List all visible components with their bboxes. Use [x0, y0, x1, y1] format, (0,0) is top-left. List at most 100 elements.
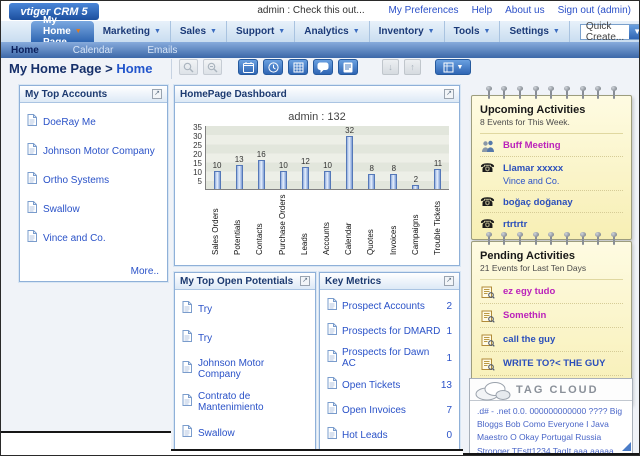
chart-bar[interactable]: [434, 169, 441, 189]
tag-cloud-tags[interactable]: .d# - .net 0.0. 000000000000 ???? Big Bl…: [470, 401, 632, 454]
bar-value-label: 13: [235, 155, 244, 164]
topbar-link-sign-out-admin-[interactable]: Sign out (admin): [558, 5, 631, 16]
list-item[interactable]: Try: [175, 323, 315, 352]
list-item[interactable]: Swallow: [175, 418, 315, 447]
grid-icon[interactable]: [288, 59, 308, 75]
list-item[interactable]: Johnson Motor Company: [175, 352, 315, 385]
layout-select-icon[interactable]: ▼: [435, 59, 471, 75]
item-link[interactable]: DoeRay Me: [43, 117, 96, 128]
activity-link[interactable]: call the guy: [503, 334, 555, 345]
tab-support[interactable]: Support▼: [227, 21, 295, 42]
subnav-home[interactable]: Home: [11, 45, 39, 56]
activity-link[interactable]: WRITE TO?< THE GUY: [503, 358, 605, 369]
chart-bar[interactable]: [390, 174, 397, 189]
metric-label[interactable]: Open Invoices: [342, 405, 441, 416]
panel-top-open-potentials: My Top Open Potentials ↗ TryTryJohnson M…: [174, 272, 316, 450]
tab-inventory[interactable]: Inventory▼: [370, 21, 445, 42]
tab-settings[interactable]: Settings▼: [500, 21, 569, 42]
metric-label[interactable]: Hot Leads: [342, 430, 441, 441]
screenshot-crop-edge: [171, 449, 463, 456]
chevron-down-icon[interactable]: ▼: [629, 25, 640, 39]
item-link[interactable]: Contrato de Mantenimiento: [198, 391, 308, 413]
activity-row[interactable]: ☎rtrtrtr: [480, 213, 623, 234]
item-link[interactable]: Swallow: [198, 428, 235, 439]
list-item[interactable]: Johnson Motor Company: [20, 136, 167, 165]
item-link[interactable]: Johnson Motor Company: [198, 358, 308, 380]
arrow-down-icon[interactable]: ↓: [382, 59, 399, 75]
x-tick-label: Potentials: [234, 191, 242, 255]
metric-label[interactable]: Prospects for Dawn AC: [342, 347, 441, 369]
resize-corner-icon[interactable]: [622, 442, 631, 451]
item-link[interactable]: Ortho Systems: [43, 175, 109, 186]
chart-bar[interactable]: [258, 160, 265, 189]
activity-row[interactable]: Somethin: [480, 304, 623, 328]
metric-label[interactable]: Open Tickets: [342, 380, 436, 391]
bar-value-label: 16: [257, 150, 266, 159]
list-item[interactable]: Contrato de Mantenimiento: [175, 385, 315, 418]
item-link[interactable]: Swallow: [43, 204, 80, 215]
activity-link[interactable]: rtrtrtr: [503, 219, 527, 230]
chart-bar[interactable]: [368, 174, 375, 189]
list-item[interactable]: Vince and Co.: [20, 223, 167, 252]
activity-row[interactable]: WRITE TO?< THE GUY: [480, 352, 623, 376]
topbar-link-about-us[interactable]: About us: [505, 5, 544, 16]
chat-icon[interactable]: [313, 59, 333, 75]
magnifier-plus-icon[interactable]: [179, 59, 198, 75]
expand-icon[interactable]: ↗: [444, 89, 454, 99]
item-link[interactable]: Try: [198, 333, 212, 344]
topbar-link-help[interactable]: Help: [472, 5, 493, 16]
list-item[interactable]: DoeRay Me: [20, 107, 167, 136]
quick-create-select[interactable]: Quick Create... ▼: [580, 24, 640, 40]
chart-bar[interactable]: [346, 136, 353, 189]
chart-bar[interactable]: [214, 171, 221, 189]
metric-row[interactable]: Hot Leads0: [320, 422, 459, 447]
tab-sales[interactable]: Sales▼: [171, 21, 227, 42]
more-link[interactable]: More..: [131, 266, 159, 277]
calendar-icon[interactable]: [238, 59, 258, 75]
metric-label[interactable]: Prospects for DMARD: [342, 326, 441, 337]
breadcrumb-page[interactable]: Home: [116, 61, 152, 76]
item-link[interactable]: Johnson Motor Company: [43, 146, 155, 157]
metric-row[interactable]: Prospects for Dawn AC1: [320, 343, 459, 372]
item-link[interactable]: Vince and Co.: [43, 233, 106, 244]
chart-bar[interactable]: [302, 167, 309, 189]
activity-row[interactable]: ez egy tudo: [480, 280, 623, 304]
activity-link[interactable]: boğaç doğanay: [503, 197, 573, 208]
subnav-emails[interactable]: Emails: [147, 45, 177, 56]
metric-row[interactable]: Prospect Accounts2: [320, 293, 459, 318]
chart-title: admin : 132: [185, 111, 449, 123]
topbar-link-my-preferences[interactable]: My Preferences: [389, 5, 459, 16]
tab-marketing[interactable]: Marketing▼: [94, 21, 171, 42]
item-link[interactable]: Try: [198, 304, 212, 315]
list-item[interactable]: Try: [175, 294, 315, 323]
activity-link[interactable]: Llamar xxxxx: [503, 163, 563, 174]
list-item[interactable]: Swallow: [20, 194, 167, 223]
expand-icon[interactable]: ↗: [444, 276, 454, 286]
magnifier-minus-icon[interactable]: [203, 59, 222, 75]
chart-bar[interactable]: [236, 165, 243, 189]
list-item[interactable]: Ortho Systems: [20, 165, 167, 194]
activity-link[interactable]: ez egy tudo: [503, 286, 555, 297]
metric-row[interactable]: Open Tickets13: [320, 372, 459, 397]
activity-row[interactable]: call the guy: [480, 328, 623, 352]
clock-icon[interactable]: [263, 59, 283, 75]
expand-icon[interactable]: ↗: [152, 89, 162, 99]
expand-icon[interactable]: ↗: [300, 276, 310, 286]
activity-row[interactable]: Buff Meeting: [480, 134, 623, 157]
activity-link[interactable]: Buff Meeting: [503, 140, 561, 151]
tab-analytics[interactable]: Analytics▼: [295, 21, 369, 42]
subnav-calendar[interactable]: Calendar: [73, 45, 114, 56]
activity-row[interactable]: ☎boğaç doğanay: [480, 191, 623, 213]
metric-row[interactable]: Open Invoices7: [320, 397, 459, 422]
tab-tools[interactable]: Tools▼: [445, 21, 501, 42]
activity-row[interactable]: ☎Llamar xxxxxVince and Co.: [480, 157, 623, 191]
chart-bar[interactable]: [324, 171, 331, 189]
notes-icon[interactable]: [338, 59, 358, 75]
chart-bar[interactable]: [280, 171, 287, 189]
tab-my-home-page[interactable]: My Home Page▼: [31, 21, 94, 42]
metric-label[interactable]: Prospect Accounts: [342, 301, 441, 312]
metric-row[interactable]: Prospects for DMARD1: [320, 318, 459, 343]
activity-link[interactable]: Somethin: [503, 310, 546, 321]
arrow-up-icon[interactable]: ↑: [404, 59, 421, 75]
chart-bar[interactable]: [412, 185, 419, 189]
